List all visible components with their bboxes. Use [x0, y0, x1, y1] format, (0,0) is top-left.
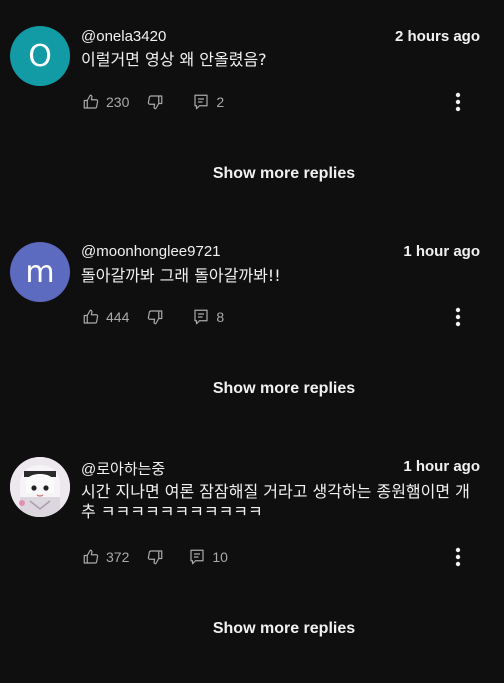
comment-actions: 372 10: [82, 547, 228, 567]
avatar-illustration: [10, 457, 70, 517]
avatar[interactable]: [10, 457, 70, 517]
like-count: 444: [106, 309, 130, 325]
thumbs-down-icon[interactable]: [146, 308, 164, 326]
comment-author[interactable]: @moonhonglee9721: [81, 243, 221, 260]
thumbs-up-icon[interactable]: [82, 548, 100, 566]
reply-icon[interactable]: [188, 548, 206, 566]
more-vert-icon[interactable]: [448, 90, 468, 114]
show-more-replies-button[interactable]: Show more replies: [0, 380, 504, 398]
comment-text: 이럴거면 영상 왜 안올렸음?: [81, 50, 267, 69]
comment-text: 돌아갈까봐 그래 돌아갈까봐!!: [81, 266, 281, 285]
thumbs-down-icon[interactable]: [146, 93, 164, 111]
comment-timestamp[interactable]: 1 hour ago: [403, 458, 480, 475]
reply-count: 8: [216, 309, 225, 325]
show-more-replies-button[interactable]: Show more replies: [0, 620, 504, 638]
reply-icon[interactable]: [192, 93, 210, 111]
more-vert-icon[interactable]: [448, 305, 468, 329]
comment-timestamp[interactable]: 1 hour ago: [403, 243, 480, 260]
comment-author[interactable]: @onela3420: [81, 28, 166, 45]
thumbs-up-icon[interactable]: [82, 93, 100, 111]
comment-actions: 230 2: [82, 92, 224, 112]
like-count: 372: [106, 549, 130, 565]
reply-count: 2: [216, 94, 225, 110]
comment-timestamp[interactable]: 2 hours ago: [395, 28, 480, 45]
show-more-replies-button[interactable]: Show more replies: [0, 165, 504, 183]
like-count: 230: [106, 94, 130, 110]
avatar[interactable]: m: [10, 242, 70, 302]
thumbs-down-icon[interactable]: [146, 548, 164, 566]
reply-count: 10: [212, 549, 228, 565]
thumbs-up-icon[interactable]: [82, 308, 100, 326]
comment-author[interactable]: @로아하는중: [81, 458, 165, 479]
comment-text: 시간 지나면 여론 잠잠해질 거라고 생각하는 종원햄이면 개추 ㅋㅋㅋㅋㅋㅋㅋ…: [81, 482, 470, 521]
comment-actions: 444 8: [82, 307, 224, 327]
avatar[interactable]: O: [10, 26, 70, 86]
reply-icon[interactable]: [192, 308, 210, 326]
more-vert-icon[interactable]: [448, 545, 468, 569]
